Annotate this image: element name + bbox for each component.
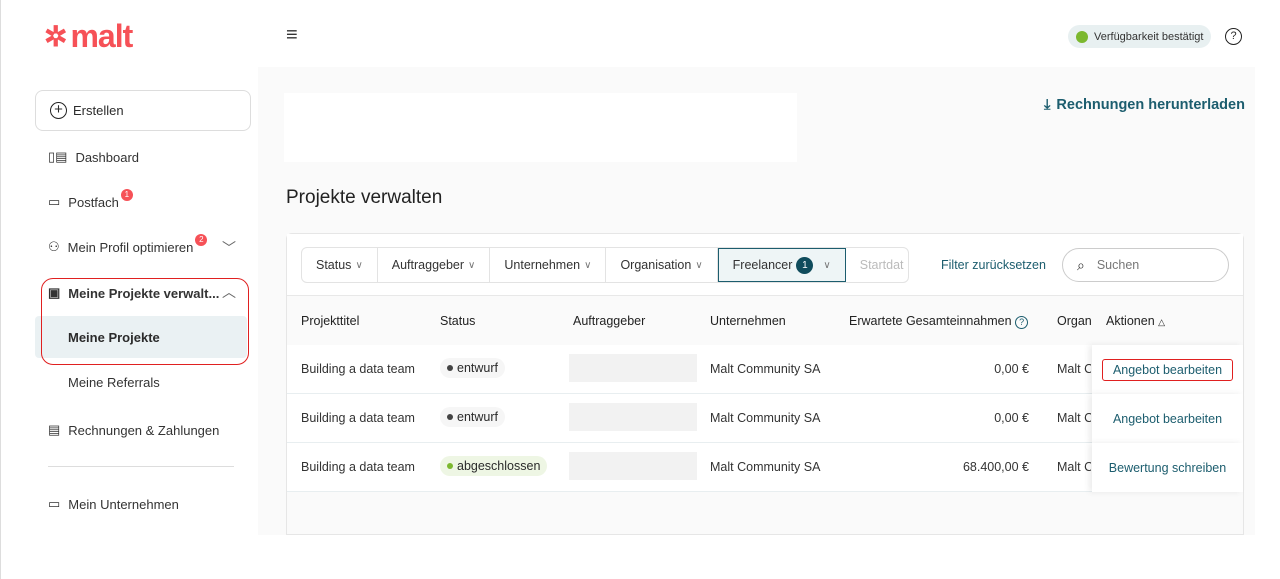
help-icon[interactable]: ? <box>1225 28 1242 45</box>
page-title: Projekte verwalten <box>286 187 443 208</box>
table-row[interactable]: Building a data team entwurf Malt Commun… <box>287 345 1243 394</box>
notification-badge: 2 <box>195 234 208 246</box>
highlight-outline <box>41 278 249 365</box>
status-badge: entwurf <box>440 407 505 427</box>
status-badge: entwurf <box>440 358 505 378</box>
sidebar-item-rechnungen[interactable]: ▤ Rechnungen & Zahlungen <box>48 422 219 438</box>
column-header: Auftraggeber <box>573 314 646 328</box>
search-icon: ⌕ <box>1077 256 1085 273</box>
column-header: Erwartete Gesamteinnahmen ? <box>849 314 1029 329</box>
redacted-client <box>569 452 697 480</box>
action-cell: Angebot bearbeiten <box>1092 345 1243 394</box>
sidebar-item-dashboard[interactable]: ▯▤ Dashboard <box>48 149 139 165</box>
filter-status[interactable]: Status ∨ <box>302 248 378 282</box>
invoice-icon: ▤ <box>48 422 61 437</box>
download-invoices-link[interactable]: ⤓ Rechnungen herunterladen <box>1044 97 1245 113</box>
download-icon: ⤓ <box>1044 97 1051 113</box>
chevron-down-icon[interactable]: ﹀ <box>222 238 236 258</box>
column-header: Organ <box>1057 314 1091 328</box>
redacted-client <box>569 403 697 431</box>
notification-badge: 1 <box>120 189 133 201</box>
user-icon: ⚇ <box>48 239 60 254</box>
sidebar-item-unternehmen[interactable]: ▭ Mein Unternehmen <box>48 496 179 512</box>
column-header: Unternehmen <box>710 314 786 328</box>
status-badge: abgeschlossen <box>440 456 548 476</box>
filter-startdatum[interactable]: Startdat› <box>846 248 908 282</box>
banner-placeholder <box>284 93 797 162</box>
action-cell: Bewertung schreiben <box>1092 443 1243 492</box>
filter-bar: Status ∨ Auftraggeber ∨ Unternehmen ∨ Organ… <box>301 247 909 283</box>
filter-organisation[interactable]: Organisation ∨ <box>606 248 718 282</box>
write-review-button[interactable]: Bewertung schreiben <box>1109 461 1226 475</box>
logo-icon: ✲ <box>44 21 67 52</box>
table-row[interactable]: Building a data team abgeschlossen Malt … <box>287 443 1243 492</box>
action-cell: Angebot bearbeiten <box>1092 394 1243 443</box>
search-input[interactable]: ⌕ Suchen <box>1062 248 1229 282</box>
column-header: Status <box>440 314 476 328</box>
briefcase-icon: ▭ <box>48 496 61 511</box>
window-edge <box>0 0 1 579</box>
filter-auftraggeber[interactable]: Auftraggeber ∨ <box>378 248 491 282</box>
plus-circle-icon: + <box>50 102 67 119</box>
redacted-client <box>569 354 697 382</box>
status-dot-icon <box>1076 30 1088 43</box>
chevron-down-icon: ∨ <box>823 259 831 271</box>
column-header: Projekttitel <box>301 314 360 328</box>
help-icon[interactable]: ? <box>1015 316 1029 329</box>
edit-offer-button[interactable]: Angebot bearbeiten <box>1101 358 1234 381</box>
table-row[interactable]: Building a data team entwurf Malt Commun… <box>287 394 1243 443</box>
sidebar-item-postfach[interactable]: ▭ Postfach 1 <box>48 189 133 210</box>
malt-logo[interactable]: ✲ malt <box>44 18 133 55</box>
edit-offer-button[interactable]: Angebot bearbeiten <box>1113 412 1222 426</box>
chevron-down-icon: ∨ <box>355 259 363 271</box>
chevron-down-icon: ∨ <box>695 259 703 271</box>
chevron-down-icon: ∨ <box>468 259 476 271</box>
sort-icon: △ <box>1158 317 1166 327</box>
reset-filters-link[interactable]: Filter zurücksetzen <box>941 258 1046 272</box>
sidebar-item-referrals[interactable]: Meine Referrals <box>68 375 160 390</box>
create-button[interactable]: + Erstellen <box>35 90 251 131</box>
filter-freelancer[interactable]: Freelancer 1 ∨ <box>717 248 846 282</box>
count-badge: 1 <box>796 256 814 274</box>
message-icon: ▭ <box>48 194 61 209</box>
hamburger-menu-icon[interactable]: ≡ <box>286 25 306 45</box>
dashboard-icon: ▯▤ <box>48 149 68 164</box>
column-header-aktionen[interactable]: Aktionen △ <box>1106 314 1165 328</box>
filter-unternehmen[interactable]: Unternehmen ∨ <box>490 248 607 282</box>
divider <box>48 466 234 467</box>
availability-badge[interactable]: Verfügbarkeit bestätigt <box>1068 25 1212 48</box>
chevron-down-icon: ∨ <box>584 259 592 271</box>
sidebar-item-profil[interactable]: ⚇ Mein Profil optimieren 2 <box>48 234 208 255</box>
